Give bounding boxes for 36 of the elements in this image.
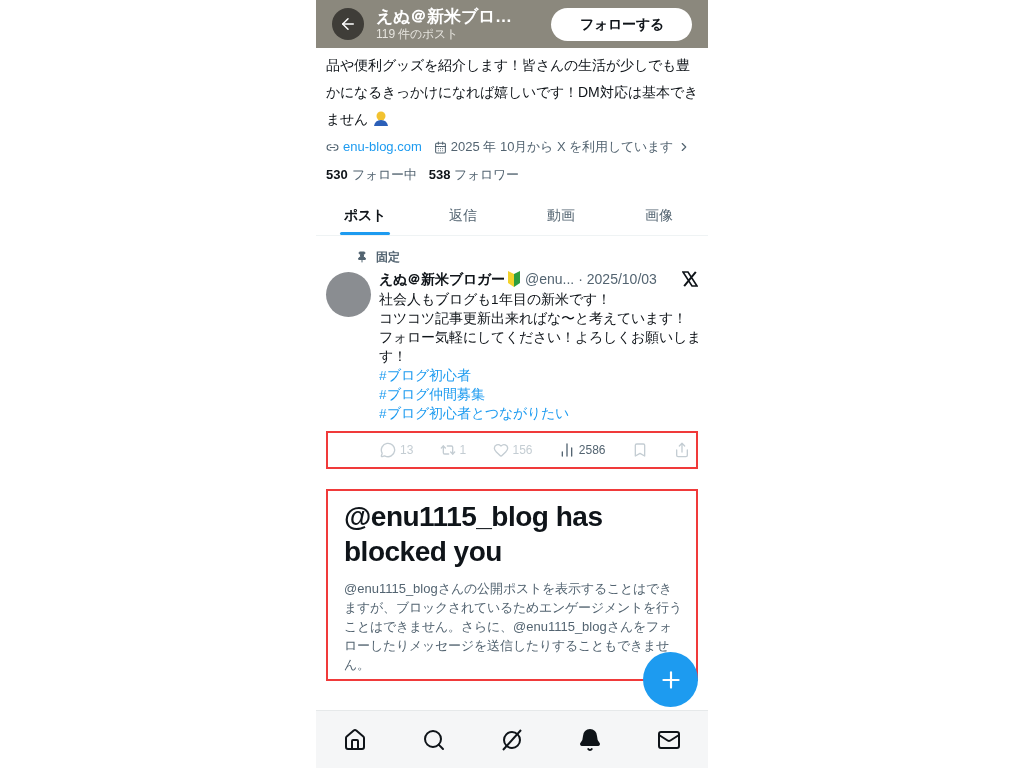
profile-tab[interactable]: 画像	[610, 196, 708, 235]
blocked-description: @enu1115_blogさんの公開ポストを表示することはできますが、ブロックされているためエンゲージメントを行うことはできません。さらに、@enu1115_blogさんをフォローしたりメッセージを送信したりすることもできません。	[344, 580, 683, 674]
bowing-person-icon	[372, 109, 390, 127]
profile-name: えぬ＠新米ブロ…	[376, 7, 513, 27]
search-icon[interactable]	[421, 727, 446, 752]
post-text: フォロー気軽にしてください！よろしくお願いします！	[379, 329, 701, 366]
blocked-title: @enu1115_blog has blocked you	[344, 500, 604, 569]
heart-icon	[492, 442, 509, 458]
views-action[interactable]: 2586	[558, 441, 606, 459]
reply-icon	[380, 442, 396, 458]
follow-button[interactable]: フォローする	[551, 7, 692, 41]
bell-icon[interactable]	[578, 727, 603, 752]
follow-stat-link[interactable]: 538 フォロワー	[428, 165, 520, 185]
calendar-icon	[433, 140, 447, 154]
compose-button[interactable]	[643, 652, 698, 707]
author-handle: @enu...	[525, 269, 575, 289]
back-button[interactable]	[332, 8, 364, 40]
share-icon	[673, 442, 690, 458]
join-date: 2025 年 10月から X を利用しています	[450, 138, 674, 157]
follow-stat-link[interactable]: 530 フォロー中	[326, 165, 417, 185]
pin-icon	[356, 251, 368, 263]
repost-icon	[439, 442, 456, 458]
post-date: · 2025/10/03	[578, 269, 657, 289]
post-text: 社会人もブログも1年目の新米です！	[379, 291, 612, 309]
post-count: 119 件のポスト	[376, 27, 460, 41]
author-name: えぬ＠新米ブロガー	[379, 269, 505, 289]
profile-tab[interactable]: ポスト	[316, 196, 414, 235]
slashed-circle-icon[interactable]	[499, 727, 524, 752]
post-text: コツコツ記事更新出来ればな〜と考えています！	[379, 310, 688, 328]
pinned-label: 固定	[376, 249, 400, 266]
profile-tab[interactable]: 動画	[512, 196, 610, 235]
profile-bio: 品や便利グッズを紹介します！皆さんの生活が少しでも豊かになるきっかけになれば嬉しいです！DM対応は基本できません	[326, 56, 699, 129]
home-icon[interactable]	[343, 727, 368, 752]
beginner-mark-icon	[507, 271, 521, 287]
x-logo-icon	[682, 271, 698, 287]
profile-tab[interactable]: 返信	[414, 196, 512, 235]
